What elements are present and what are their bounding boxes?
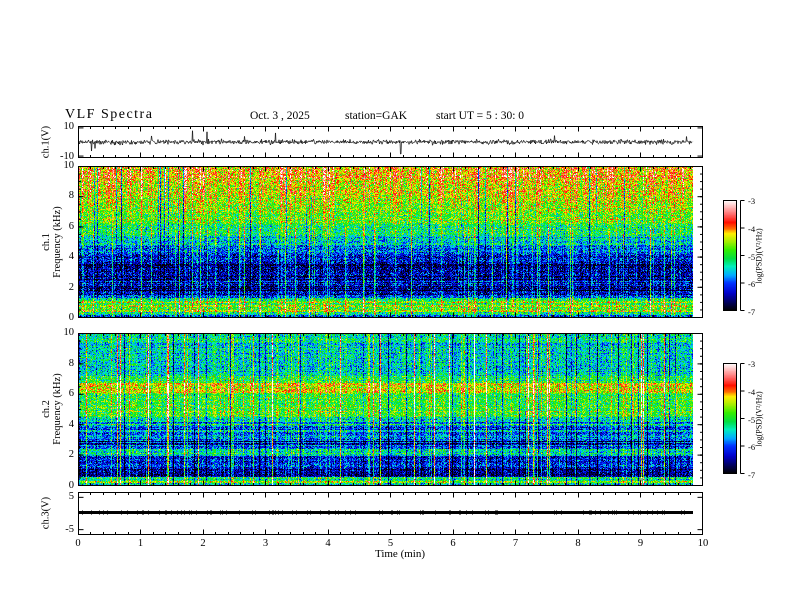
ch2-spectrogram-panel bbox=[78, 333, 703, 486]
station-label: station=GAK bbox=[345, 110, 408, 122]
y-tick-label: 8 bbox=[68, 357, 74, 369]
y-tick-label: 10 bbox=[63, 160, 75, 171]
y-tick-label: 6 bbox=[68, 220, 74, 232]
colorbar-ch1 bbox=[723, 200, 745, 312]
x-tick-label: 6 bbox=[450, 538, 456, 549]
colorbar-tick-label: -7 bbox=[748, 307, 756, 317]
colorbar-tick-label: -6 bbox=[748, 442, 756, 453]
y-tick-label: 10 bbox=[63, 327, 75, 338]
colorbar-tick-label: -4 bbox=[748, 223, 756, 234]
x-tick-label: 1 bbox=[137, 538, 144, 549]
x-tick-label: 7 bbox=[512, 538, 519, 549]
y-tick-label: 5 bbox=[68, 490, 74, 502]
colorbar-tick-label: -5 bbox=[748, 414, 756, 425]
y-tick-label: 6 bbox=[68, 388, 74, 400]
ch2-frequency-axis-label: ch.2 Frequency (kHz) bbox=[41, 373, 63, 444]
x-tick-label: 10 bbox=[697, 538, 709, 549]
ch1-waveform-panel bbox=[78, 126, 703, 158]
y-tick-label: -5 bbox=[65, 524, 74, 536]
y-tick-label: 2 bbox=[68, 449, 74, 461]
ch1-label: ch.1 bbox=[41, 233, 52, 251]
y-tick-label: 4 bbox=[68, 418, 74, 430]
ch2-label: ch.2 bbox=[41, 400, 52, 418]
y-tick-label: 8 bbox=[68, 190, 74, 202]
y-tick-label: 10 bbox=[63, 121, 75, 133]
y-tick-label: 2 bbox=[68, 281, 74, 293]
figure-date: Oct. 3 , 2025 bbox=[250, 110, 310, 122]
ch1-frequency-axis-label: ch.1 Frequency (kHz) bbox=[41, 206, 63, 277]
ch1-frequency-units-label: Frequency (kHz) bbox=[52, 206, 63, 278]
figure-title: VLF Spectra bbox=[65, 107, 154, 122]
colorbar-tick-label: -7 bbox=[748, 470, 756, 480]
x-tick-label: 5 bbox=[387, 538, 394, 549]
colorbar-tick-label: -3 bbox=[748, 196, 756, 206]
ch3-waveform-panel bbox=[78, 492, 703, 535]
x-tick-label: 3 bbox=[262, 538, 269, 549]
x-tick-label: 8 bbox=[575, 538, 581, 549]
ch2-frequency-units-label: Frequency (kHz) bbox=[52, 373, 63, 445]
colorbar-tick-label: -5 bbox=[748, 251, 756, 262]
colorbar-tick-label: -6 bbox=[748, 279, 756, 290]
vlf-spectra-figure: VLF Spectra Oct. 3 , 2025 station=GAK st… bbox=[0, 0, 792, 612]
ch1-spectrogram-panel bbox=[78, 166, 703, 318]
x-tick-label: 4 bbox=[325, 538, 331, 549]
y-tick-label: 4 bbox=[68, 251, 74, 263]
y-tick-label: 0 bbox=[68, 312, 74, 323]
x-tick-label: 0 bbox=[75, 538, 81, 549]
start-ut-label: start UT = 5 : 30: 0 bbox=[436, 110, 525, 122]
x-tick-label: 2 bbox=[200, 538, 206, 549]
x-tick-label: 9 bbox=[637, 538, 644, 549]
colorbar-tick-label: -3 bbox=[748, 359, 756, 369]
colorbar-tick-label: -4 bbox=[748, 386, 756, 397]
colorbar-ch2 bbox=[723, 363, 745, 475]
